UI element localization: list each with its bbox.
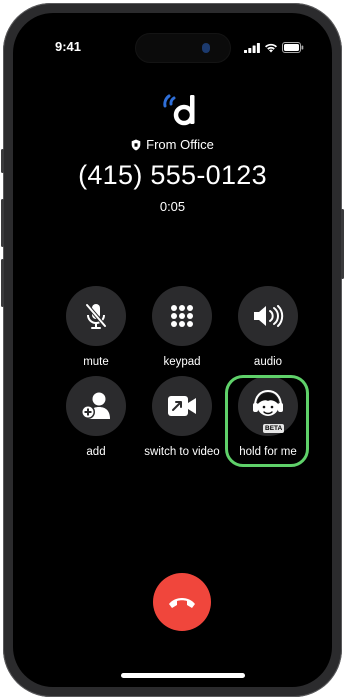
add-person-icon bbox=[81, 392, 110, 419]
keypad-icon bbox=[171, 305, 193, 327]
mic-off-icon bbox=[85, 303, 107, 329]
signal-icon bbox=[244, 42, 260, 53]
wifi-icon bbox=[265, 43, 277, 52]
end-call-icon bbox=[169, 598, 195, 608]
battery-icon bbox=[282, 42, 304, 53]
shield-icon bbox=[131, 139, 141, 151]
audio-label: audio bbox=[253, 356, 283, 368]
volume-down-button bbox=[1, 259, 4, 307]
phone-frame: 9:41 From Office (415) 555-0123 0:05 mut… bbox=[1, 3, 344, 697]
caller-label-text: From Office bbox=[146, 137, 214, 152]
switch-to-video-label: switch to video bbox=[144, 446, 220, 458]
audio-circle[interactable] bbox=[238, 286, 298, 346]
keypad-circle[interactable] bbox=[152, 286, 212, 346]
volume-up-button bbox=[1, 199, 4, 247]
add-circle[interactable] bbox=[66, 376, 126, 436]
switch-to-video-button[interactable]: switch to video bbox=[138, 376, 226, 458]
silent-switch bbox=[1, 149, 4, 173]
power-button bbox=[341, 209, 344, 279]
mute-label: mute bbox=[83, 356, 109, 368]
speaker-icon bbox=[254, 305, 284, 327]
call-screen: 9:41 From Office (415) 555-0123 0:05 mut… bbox=[13, 13, 332, 687]
status-time: 9:41 bbox=[55, 39, 82, 54]
call-duration: 0:05 bbox=[159, 199, 186, 214]
switch-to-video-circle[interactable] bbox=[152, 376, 212, 436]
hold-for-me-highlight bbox=[225, 375, 309, 467]
keypad-label: keypad bbox=[163, 356, 201, 368]
app-logo-icon bbox=[163, 94, 195, 126]
add-button[interactable]: add bbox=[52, 376, 140, 458]
dynamic-island bbox=[135, 33, 231, 63]
end-call-button[interactable] bbox=[153, 573, 211, 631]
phone-number: (415) 555-0123 bbox=[78, 160, 267, 190]
status-bar: 9:41 bbox=[13, 33, 332, 63]
add-label: add bbox=[86, 446, 106, 458]
caller-line-label: From Office bbox=[13, 137, 332, 152]
audio-button[interactable]: audio bbox=[224, 286, 312, 368]
video-icon bbox=[168, 396, 196, 416]
mute-button[interactable]: mute bbox=[52, 286, 140, 368]
status-icons bbox=[244, 42, 304, 53]
keypad-button[interactable]: keypad bbox=[138, 286, 226, 368]
mute-circle[interactable] bbox=[66, 286, 126, 346]
camera-dot bbox=[202, 43, 210, 53]
home-indicator[interactable] bbox=[121, 673, 245, 678]
